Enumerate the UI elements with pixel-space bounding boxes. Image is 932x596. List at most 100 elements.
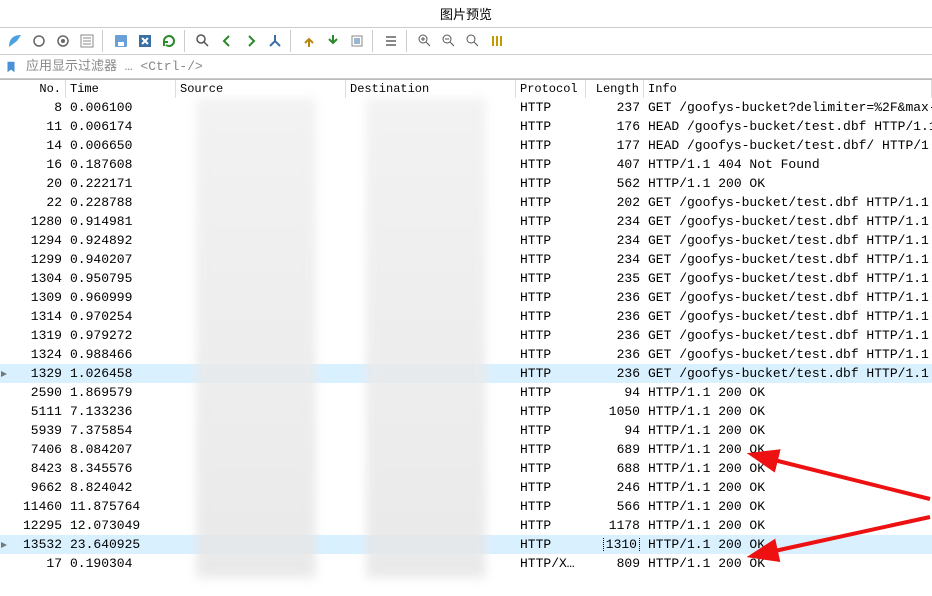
cell-info: HTTP/1.1 200 OK [644, 442, 932, 457]
packet-list[interactable]: No. Time Source Destination Protocol Len… [0, 79, 932, 596]
packet-row[interactable]: 170.190304HTTP/X…809HTTP/1.1 200 OK [0, 554, 932, 573]
cell-protocol: HTTP [516, 328, 586, 343]
packet-row[interactable]: 25901.869579HTTP94HTTP/1.1 200 OK [0, 383, 932, 402]
cell-length: 407 [586, 157, 644, 172]
jump-icon[interactable] [264, 30, 286, 52]
go-last-icon[interactable] [322, 30, 344, 52]
cell-protocol: HTTP [516, 214, 586, 229]
packet-row[interactable]: 13240.988466HTTP236GET /goofys-bucket/te… [0, 345, 932, 364]
col-header-info[interactable]: Info [644, 80, 932, 98]
packet-row[interactable]: 12940.924892HTTP234GET /goofys-bucket/te… [0, 231, 932, 250]
cell-info: HEAD /goofys-bucket/test.dbf/ HTTP/1. [644, 138, 932, 153]
cell-info: HTTP/1.1 200 OK [644, 404, 932, 419]
packet-row[interactable]: 1353223.640925HTTP1310HTTP/1.1 200 OK [0, 535, 932, 554]
cell-length: 1310 [586, 537, 644, 552]
cell-length: 809 [586, 556, 644, 571]
cell-length: 235 [586, 271, 644, 286]
back-icon[interactable] [216, 30, 238, 52]
filter-bar [0, 55, 932, 79]
display-filter-input[interactable] [22, 57, 932, 76]
cell-length: 234 [586, 252, 644, 267]
packet-row[interactable]: 59397.375854HTTP94HTTP/1.1 200 OK [0, 421, 932, 440]
cell-info: HTTP/1.1 200 OK [644, 461, 932, 476]
circle-icon[interactable] [28, 30, 50, 52]
reload-icon[interactable] [158, 30, 180, 52]
cell-no: 1280 [0, 214, 66, 229]
cell-length: 94 [586, 385, 644, 400]
packet-row[interactable]: 13291.026458HTTP236GET /goofys-bucket/te… [0, 364, 932, 383]
cell-time: 0.940207 [66, 252, 176, 267]
packet-row[interactable]: 160.187608HTTP407HTTP/1.1 404 Not Found [0, 155, 932, 174]
cell-no: 11 [0, 119, 66, 134]
packet-row[interactable]: 13040.950795HTTP235GET /goofys-bucket/te… [0, 269, 932, 288]
cell-protocol: HTTP [516, 157, 586, 172]
packet-row[interactable]: 80.006100HTTP237GET /goofys-bucket?delim… [0, 98, 932, 117]
packet-row[interactable]: 13090.960999HTTP236GET /goofys-bucket/te… [0, 288, 932, 307]
cell-time: 0.924892 [66, 233, 176, 248]
packet-row[interactable]: 1229512.073049HTTP1178HTTP/1.1 200 OK [0, 516, 932, 535]
packet-row[interactable]: 13140.970254HTTP236GET /goofys-bucket/te… [0, 307, 932, 326]
cell-no: 1299 [0, 252, 66, 267]
cell-time: 0.187608 [66, 157, 176, 172]
zoom-in-icon[interactable] [414, 30, 436, 52]
cell-time: 23.640925 [66, 537, 176, 552]
packet-row[interactable]: 1146011.875764HTTP566HTTP/1.1 200 OK [0, 497, 932, 516]
cell-no: 1329 [0, 366, 66, 381]
cell-length: 246 [586, 480, 644, 495]
cell-no: 14 [0, 138, 66, 153]
packet-list-header[interactable]: No. Time Source Destination Protocol Len… [0, 79, 932, 98]
stop-icon[interactable] [52, 30, 74, 52]
col-header-length[interactable]: Length [586, 80, 644, 98]
packet-row[interactable]: 12990.940207HTTP234GET /goofys-bucket/te… [0, 250, 932, 269]
zoom-out-icon[interactable] [438, 30, 460, 52]
col-header-source[interactable]: Source [176, 80, 346, 98]
cell-info: HTTP/1.1 200 OK [644, 385, 932, 400]
cell-info: GET /goofys-bucket/test.dbf HTTP/1.1 [644, 233, 932, 248]
cell-info: HEAD /goofys-bucket/test.dbf HTTP/1.1 [644, 119, 932, 134]
packet-row[interactable]: 74068.084207HTTP689HTTP/1.1 200 OK [0, 440, 932, 459]
colorize-icon[interactable] [380, 30, 402, 52]
packet-row[interactable]: 200.222171HTTP562HTTP/1.1 200 OK [0, 174, 932, 193]
main-toolbar [0, 27, 932, 55]
cell-time: 0.190304 [66, 556, 176, 571]
zoom-reset-icon[interactable] [462, 30, 484, 52]
cell-no: 7406 [0, 442, 66, 457]
packet-row[interactable]: 12800.914981HTTP234GET /goofys-bucket/te… [0, 212, 932, 231]
close-icon[interactable] [134, 30, 156, 52]
save-icon[interactable] [110, 30, 132, 52]
col-header-protocol[interactable]: Protocol [516, 80, 586, 98]
col-header-time[interactable]: Time [66, 80, 176, 98]
packet-row[interactable]: 96628.824042HTTP246HTTP/1.1 200 OK [0, 478, 932, 497]
cell-length: 236 [586, 328, 644, 343]
cell-protocol: HTTP [516, 100, 586, 115]
packet-row[interactable]: 84238.345576HTTP688HTTP/1.1 200 OK [0, 459, 932, 478]
fin-icon[interactable] [4, 30, 26, 52]
cell-protocol: HTTP [516, 366, 586, 381]
cell-protocol: HTTP [516, 518, 586, 533]
cell-no: 22 [0, 195, 66, 210]
find-icon[interactable] [192, 30, 214, 52]
cell-protocol: HTTP [516, 271, 586, 286]
bookmark-icon[interactable] [0, 60, 22, 74]
cell-length: 236 [586, 309, 644, 324]
go-first-icon[interactable] [298, 30, 320, 52]
packet-row[interactable]: 140.006650HTTP177HEAD /goofys-bucket/tes… [0, 136, 932, 155]
cell-no: 2590 [0, 385, 66, 400]
col-header-no[interactable]: No. [0, 80, 66, 98]
cell-length: 176 [586, 119, 644, 134]
col-header-destination[interactable]: Destination [346, 80, 516, 98]
cell-no: 13532 [0, 537, 66, 552]
autoscroll-icon[interactable] [346, 30, 368, 52]
cell-info: GET /goofys-bucket/test.dbf HTTP/1.1 [644, 309, 932, 324]
packet-row[interactable]: 13190.979272HTTP236GET /goofys-bucket/te… [0, 326, 932, 345]
cell-info: HTTP/1.1 200 OK [644, 518, 932, 533]
cell-no: 1324 [0, 347, 66, 362]
options-icon[interactable] [76, 30, 98, 52]
cell-length: 688 [586, 461, 644, 476]
cell-info: GET /goofys-bucket/test.dbf HTTP/1.1 [644, 252, 932, 267]
packet-row[interactable]: 110.006174HTTP176HEAD /goofys-bucket/tes… [0, 117, 932, 136]
packet-row[interactable]: 220.228788HTTP202GET /goofys-bucket/test… [0, 193, 932, 212]
forward-icon[interactable] [240, 30, 262, 52]
packet-row[interactable]: 51117.133236HTTP1050HTTP/1.1 200 OK [0, 402, 932, 421]
resize-columns-icon[interactable] [486, 30, 508, 52]
